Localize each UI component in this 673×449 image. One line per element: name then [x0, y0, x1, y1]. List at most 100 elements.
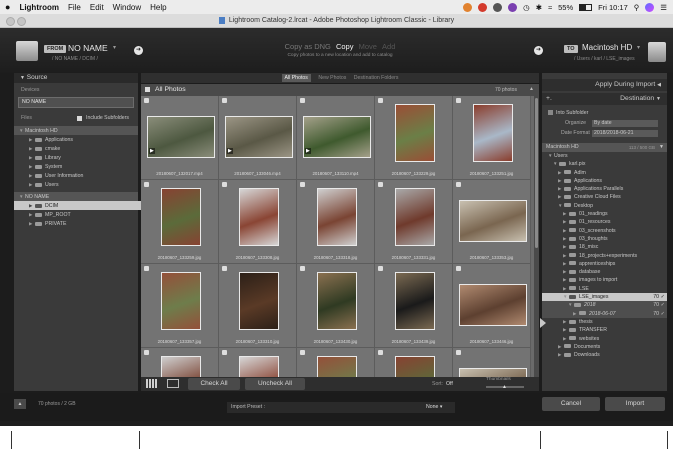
- photo-thumbnail[interactable]: [395, 104, 435, 162]
- folder-mp-root[interactable]: ▶ MP_ROOT: [14, 210, 138, 219]
- dest-folder-row[interactable]: ▶ Downloads: [542, 351, 667, 359]
- collapse-triangle-icon[interactable]: ◀: [657, 82, 661, 88]
- photo-cell[interactable]: 20180607_133430.jpg: [297, 264, 375, 348]
- destination-dropdown-icon[interactable]: ▾: [637, 44, 640, 51]
- time-machine-icon[interactable]: ◷: [523, 3, 530, 12]
- volume-macintosh-hd-dest[interactable]: Macintosh HD 113 / 500 GB ▼: [542, 143, 667, 152]
- folder-system[interactable]: ▶ System: [14, 162, 138, 171]
- device-no-name[interactable]: NO NAME: [18, 97, 134, 108]
- folder-users[interactable]: ▶ Users: [14, 180, 138, 189]
- photo-cell[interactable]: 20180607_133318.jpg: [297, 180, 375, 264]
- photo-thumbnail[interactable]: [395, 272, 435, 330]
- expand-footer-icon[interactable]: ▲: [14, 399, 26, 409]
- photo-checkbox[interactable]: [378, 350, 383, 355]
- photo-thumbnail[interactable]: [239, 272, 279, 330]
- dest-folder-row[interactable]: ▶ 18_misc: [542, 243, 667, 251]
- dest-folder-row[interactable]: ▼ Desktop: [542, 202, 667, 210]
- mode-add[interactable]: Add: [382, 42, 395, 51]
- source-summary[interactable]: FROM NO NAME ▾ / NO NAME / DCIM /: [16, 41, 131, 67]
- photo-checkbox[interactable]: [378, 266, 383, 271]
- folder-cmake[interactable]: ▶ cmake: [14, 144, 138, 153]
- dest-folder-row[interactable]: ▶ TRANSFER: [542, 326, 667, 334]
- status-app-icon-4[interactable]: [508, 2, 518, 12]
- menu-window[interactable]: Window: [113, 3, 141, 12]
- photo-checkbox[interactable]: [456, 350, 461, 355]
- dest-folder-row[interactable]: ▶ Adlm: [542, 169, 667, 177]
- photo-cell[interactable]: 20180607_133259.jpg: [141, 180, 219, 264]
- wifi-icon[interactable]: ≈: [548, 3, 552, 12]
- photo-thumbnail[interactable]: [459, 284, 527, 326]
- dest-folder-row[interactable]: ▶ 03_screenshots: [542, 227, 667, 235]
- photo-thumbnail[interactable]: [239, 356, 279, 377]
- dest-folder-row[interactable]: ▶ images to import: [542, 276, 667, 284]
- dest-folder-row[interactable]: ▼ Users: [542, 152, 667, 160]
- destination-name[interactable]: Macintosh HD: [582, 43, 632, 52]
- into-subfolder-checkbox[interactable]: [548, 110, 553, 116]
- dest-folder-row[interactable]: ▶ Creative Cloud Files: [542, 193, 667, 201]
- photo-thumbnail[interactable]: [147, 116, 215, 158]
- import-button[interactable]: Import: [605, 397, 665, 411]
- photo-cell[interactable]: 20180607_133308.jpg: [219, 180, 297, 264]
- check-all-button[interactable]: Check All: [188, 378, 240, 390]
- grid-scrollbar[interactable]: [534, 96, 539, 377]
- photo-checkbox[interactable]: [144, 266, 149, 271]
- include-subfolders-checkbox[interactable]: [77, 116, 82, 121]
- bluetooth-icon[interactable]: ✱: [536, 3, 542, 12]
- source-dropdown-icon[interactable]: ▾: [113, 44, 116, 51]
- window-minimize-button[interactable]: [17, 17, 26, 26]
- photo-thumbnail[interactable]: [459, 368, 527, 377]
- spotlight-search-icon[interactable]: ⚲: [634, 3, 640, 12]
- photo-checkbox[interactable]: [144, 182, 149, 187]
- volume-macintosh-hd[interactable]: ▼ Macintosh HD: [14, 126, 138, 135]
- photo-thumbnail[interactable]: [303, 116, 371, 158]
- status-app-icon-1[interactable]: [463, 2, 473, 12]
- dest-folder-row[interactable]: ▶ websites: [542, 335, 667, 343]
- menu-lightroom[interactable]: Lightroom: [19, 3, 59, 12]
- mode-copy-as-dng[interactable]: Copy as DNG: [285, 42, 331, 51]
- photo-checkbox[interactable]: [222, 350, 227, 355]
- photo-checkbox[interactable]: [456, 182, 461, 187]
- mode-move[interactable]: Move: [359, 42, 377, 51]
- volume-collapse-icon[interactable]: ▼: [659, 143, 664, 152]
- photo-cell[interactable]: 20180607_133310.jpg: [219, 264, 297, 348]
- dest-folder-row[interactable]: ▶ Applications Parallels: [542, 185, 667, 193]
- destination-header[interactable]: +. Destination ▼: [542, 93, 667, 105]
- photo-cell[interactable]: ▶ 20180607_132017.mp4: [141, 96, 219, 180]
- photo-cell[interactable]: ▶ 20180607_133110.mp4: [297, 96, 375, 180]
- dest-folder-row[interactable]: ▼ karl.pix: [542, 160, 667, 168]
- volume-no-name[interactable]: ▼ NO NAME: [14, 192, 138, 201]
- photo-cell[interactable]: [453, 348, 531, 377]
- source-panel-header[interactable]: ▼ Source: [14, 73, 138, 83]
- uncheck-all-button[interactable]: Uncheck All: [245, 378, 305, 390]
- dest-folder-row[interactable]: ▼ LSE_images 70 ✓: [542, 293, 667, 302]
- photo-cell[interactable]: [219, 348, 297, 377]
- photo-checkbox[interactable]: [144, 98, 149, 103]
- source-name[interactable]: NO NAME: [68, 43, 108, 53]
- photo-thumbnail[interactable]: [317, 188, 357, 246]
- dest-folder-row[interactable]: ▶ 01_readings: [542, 210, 667, 218]
- dest-folder-row[interactable]: ▶ 18_projects+experiments: [542, 252, 667, 260]
- folder-dcim[interactable]: ▶ DCIM: [14, 201, 146, 210]
- collapse-triangle-icon[interactable]: ▼: [656, 96, 661, 102]
- dest-folder-row[interactable]: ▶ Documents: [542, 343, 667, 351]
- photo-thumbnail[interactable]: [161, 356, 201, 377]
- folder-private[interactable]: ▶ PRIVATE: [14, 219, 138, 228]
- photo-checkbox[interactable]: [456, 98, 461, 103]
- photo-cell[interactable]: [375, 348, 453, 377]
- photo-checkbox[interactable]: [300, 98, 305, 103]
- notification-center-icon[interactable]: ☰: [660, 3, 667, 12]
- photo-thumbnail[interactable]: [225, 116, 293, 158]
- dest-folder-row[interactable]: ▶ apprenticeships: [542, 260, 667, 268]
- dest-folder-row[interactable]: ▶ thesis: [542, 318, 667, 326]
- photo-cell[interactable]: 20180607_133353.jpg: [453, 180, 531, 264]
- photo-checkbox[interactable]: [300, 266, 305, 271]
- folder-applications[interactable]: ▶ Applications: [14, 135, 138, 144]
- photo-cell[interactable]: 20180607_133251.jpg: [453, 96, 531, 180]
- dest-folder-row[interactable]: ▶ 03_thoughts: [542, 235, 667, 243]
- grid-view-icon[interactable]: [146, 379, 157, 388]
- photo-cell[interactable]: ▶ 20180607_133046.mp4: [219, 96, 297, 180]
- photo-cell[interactable]: 20180607_133229.jpg: [375, 96, 453, 180]
- photo-thumbnail[interactable]: [161, 272, 201, 330]
- tab-new-photos[interactable]: New Photos: [318, 75, 346, 81]
- photo-checkbox[interactable]: [144, 350, 149, 355]
